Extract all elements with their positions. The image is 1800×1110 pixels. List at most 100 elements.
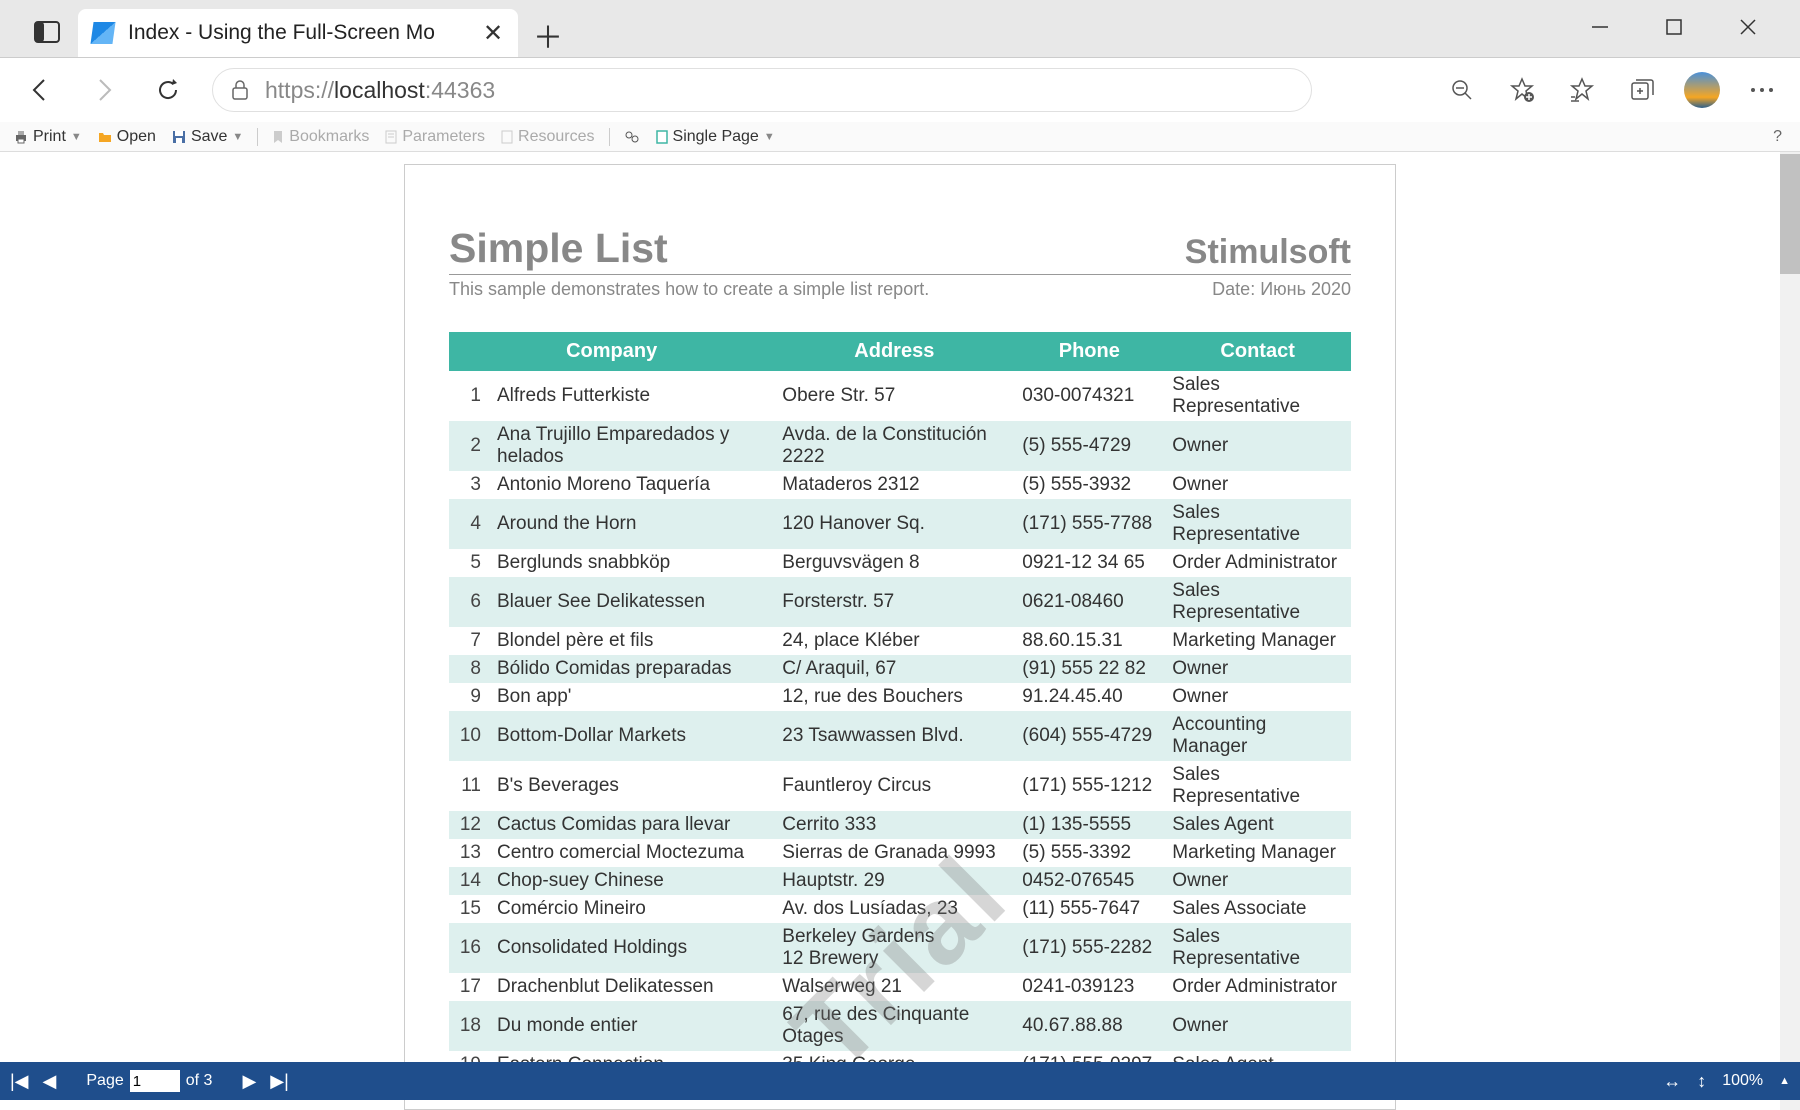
resources-button: Resources bbox=[495, 126, 600, 148]
cell-index: 16 bbox=[449, 923, 489, 973]
table-row: 16Consolidated HoldingsBerkeley Gardens1… bbox=[449, 923, 1351, 973]
cell-phone: 0241-039123 bbox=[1014, 973, 1164, 1001]
bookmarks-button: Bookmarks bbox=[266, 126, 375, 148]
th-company: Company bbox=[449, 332, 774, 371]
cell-company: Chop-suey Chinese bbox=[489, 867, 774, 895]
url-text: https://localhost:44363 bbox=[265, 77, 495, 104]
table-row: 10Bottom-Dollar Markets23 Tsawwassen Blv… bbox=[449, 711, 1351, 761]
table-row: 18Du monde entier67, rue des Cinquante O… bbox=[449, 1001, 1351, 1051]
report-brand: Stimulsoft bbox=[1185, 233, 1351, 272]
cell-company: Alfreds Futterkiste bbox=[489, 371, 774, 421]
cell-address: 12, rue des Bouchers bbox=[774, 683, 1014, 711]
report-table: Company Address Phone Contact 1Alfreds F… bbox=[449, 332, 1351, 1079]
cell-phone: 0921-12 34 65 bbox=[1014, 549, 1164, 577]
th-contact: Contact bbox=[1164, 332, 1351, 371]
cell-address: Walserweg 21 bbox=[774, 973, 1014, 1001]
cell-index: 3 bbox=[449, 471, 489, 499]
first-page-button[interactable]: |◀ bbox=[10, 1071, 29, 1092]
cell-company: Consolidated Holdings bbox=[489, 923, 774, 973]
zoom-out-icon[interactable] bbox=[1444, 72, 1480, 108]
table-row: 15Comércio MineiroAv. dos Lusíadas, 23(1… bbox=[449, 895, 1351, 923]
table-row: 13Centro comercial MoctezumaSierras de G… bbox=[449, 839, 1351, 867]
forward-button[interactable] bbox=[84, 70, 124, 110]
close-window-button[interactable] bbox=[1726, 5, 1770, 49]
cell-phone: (171) 555-1212 bbox=[1014, 761, 1164, 811]
cell-company: Around the Horn bbox=[489, 499, 774, 549]
cell-index: 10 bbox=[449, 711, 489, 761]
cell-index: 15 bbox=[449, 895, 489, 923]
zoom-level[interactable]: 100% bbox=[1722, 1072, 1763, 1090]
single-page-button[interactable]: Single Page▼ bbox=[650, 126, 781, 148]
maximize-button[interactable] bbox=[1652, 5, 1696, 49]
cell-address: 23 Tsawwassen Blvd. bbox=[774, 711, 1014, 761]
new-tab-button[interactable]: ＋ bbox=[526, 13, 570, 57]
page-input[interactable] bbox=[130, 1070, 180, 1092]
cell-address: Sierras de Granada 9993 bbox=[774, 839, 1014, 867]
cell-company: Blondel père et fils bbox=[489, 627, 774, 655]
cell-contact: Owner bbox=[1164, 867, 1351, 895]
cell-phone: (11) 555-7647 bbox=[1014, 895, 1164, 923]
next-page-button[interactable]: ▶ bbox=[242, 1071, 256, 1092]
cell-index: 17 bbox=[449, 973, 489, 1001]
browser-tab[interactable]: Index - Using the Full-Screen Mo ✕ bbox=[78, 9, 518, 57]
table-row: 14Chop-suey ChineseHauptstr. 290452-0765… bbox=[449, 867, 1351, 895]
cell-address: Avda. de la Constitución 2222 bbox=[774, 421, 1014, 471]
save-button[interactable]: Save▼ bbox=[166, 126, 249, 148]
cell-phone: (5) 555-3392 bbox=[1014, 839, 1164, 867]
table-row: 5Berglunds snabbköpBerguvsvägen 80921-12… bbox=[449, 549, 1351, 577]
cell-phone: (171) 555-2282 bbox=[1014, 923, 1164, 973]
cell-company: Du monde entier bbox=[489, 1001, 774, 1051]
cell-contact: Marketing Manager bbox=[1164, 839, 1351, 867]
report-viewport: Simple List Stimulsoft This sample demon… bbox=[0, 152, 1800, 1110]
cell-phone: (5) 555-4729 bbox=[1014, 421, 1164, 471]
print-button[interactable]: Print▼ bbox=[8, 126, 88, 148]
collections-icon[interactable] bbox=[1624, 72, 1660, 108]
url-input[interactable]: https://localhost:44363 bbox=[212, 68, 1312, 112]
cell-company: Drachenblut Delikatessen bbox=[489, 973, 774, 1001]
cell-contact: Sales Representative bbox=[1164, 577, 1351, 627]
cell-address: Mataderos 2312 bbox=[774, 471, 1014, 499]
cell-company: Comércio Mineiro bbox=[489, 895, 774, 923]
last-page-button[interactable]: ▶| bbox=[270, 1071, 289, 1092]
cell-company: B's Beverages bbox=[489, 761, 774, 811]
favorites-icon[interactable] bbox=[1564, 72, 1600, 108]
table-row: 12Cactus Comidas para llevarCerrito 333(… bbox=[449, 811, 1351, 839]
table-row: 11B's BeveragesFauntleroy Circus(171) 55… bbox=[449, 761, 1351, 811]
cell-phone: 0621-08460 bbox=[1014, 577, 1164, 627]
more-menu-icon[interactable] bbox=[1744, 72, 1780, 108]
cell-phone: (5) 555-3932 bbox=[1014, 471, 1164, 499]
cell-contact: Owner bbox=[1164, 655, 1351, 683]
cell-contact: Owner bbox=[1164, 471, 1351, 499]
prev-page-button[interactable]: ◀ bbox=[43, 1071, 57, 1092]
cell-index: 13 bbox=[449, 839, 489, 867]
cell-phone: (604) 555-4729 bbox=[1014, 711, 1164, 761]
table-row: 9Bon app'12, rue des Bouchers91.24.45.40… bbox=[449, 683, 1351, 711]
vertical-scrollbar[interactable] bbox=[1780, 152, 1800, 1110]
favorite-add-icon[interactable] bbox=[1504, 72, 1540, 108]
browser-titlebar: Index - Using the Full-Screen Mo ✕ ＋ bbox=[0, 0, 1800, 58]
cell-company: Bon app' bbox=[489, 683, 774, 711]
cell-address: C/ Araquil, 67 bbox=[774, 655, 1014, 683]
cell-index: 11 bbox=[449, 761, 489, 811]
cell-phone: 40.67.88.88 bbox=[1014, 1001, 1164, 1051]
help-button[interactable]: ? bbox=[1773, 128, 1792, 146]
open-button[interactable]: Open bbox=[92, 126, 162, 148]
th-address: Address bbox=[774, 332, 1014, 371]
profile-avatar[interactable] bbox=[1684, 72, 1720, 108]
cell-company: Berglunds snabbköp bbox=[489, 549, 774, 577]
cell-address: Cerrito 333 bbox=[774, 811, 1014, 839]
tab-close-icon[interactable]: ✕ bbox=[482, 22, 504, 44]
find-button[interactable] bbox=[618, 128, 646, 146]
cell-phone: 91.24.45.40 bbox=[1014, 683, 1164, 711]
panel-toggle-icon[interactable] bbox=[30, 15, 64, 49]
report-title: Simple List bbox=[449, 225, 668, 272]
cell-address: Forsterstr. 57 bbox=[774, 577, 1014, 627]
minimize-button[interactable] bbox=[1578, 5, 1622, 49]
cell-address: Berkeley Gardens12 Brewery bbox=[774, 923, 1014, 973]
cell-phone: 0452-076545 bbox=[1014, 867, 1164, 895]
refresh-button[interactable] bbox=[148, 70, 188, 110]
cell-contact: Sales Representative bbox=[1164, 923, 1351, 973]
back-button[interactable] bbox=[20, 70, 60, 110]
fit-width-icon[interactable]: ↔ bbox=[1663, 1071, 1681, 1092]
fit-height-icon[interactable]: ↕ bbox=[1697, 1071, 1706, 1092]
